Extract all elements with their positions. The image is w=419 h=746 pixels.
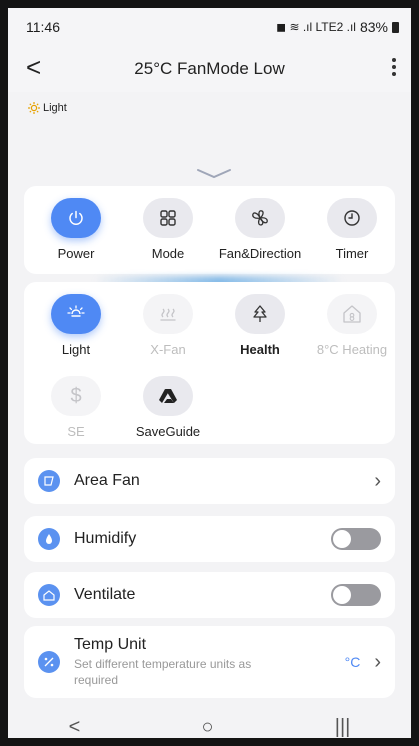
power-button[interactable]: Power <box>31 198 121 261</box>
light-button[interactable]: Light <box>31 294 121 357</box>
mode-button[interactable]: Mode <box>123 198 213 261</box>
se-label: SE <box>67 424 85 439</box>
temp-unit-subtitle: Set different temperature units as requi… <box>74 657 252 687</box>
save-guide-icon <box>159 389 177 403</box>
light-label: Light <box>61 342 91 357</box>
save-guide-button[interactable]: SaveGuide <box>123 376 213 439</box>
power-icon <box>69 210 83 225</box>
power-label: Power <box>57 246 95 261</box>
grid-icon <box>160 210 176 226</box>
humidify-label: Humidify <box>74 530 137 547</box>
light-status-indicator: Light <box>28 102 67 114</box>
status-bar: 11:46 ◼ ≋ .ıl LTE2 .ıl 83% <box>8 8 411 46</box>
dollar-icon: $ <box>70 384 82 407</box>
timer-label: Timer <box>335 246 369 261</box>
status-time: 11:46 <box>26 19 60 35</box>
temp-unit-icon <box>38 651 60 673</box>
area-fan-row[interactable]: Area Fan › <box>24 458 395 504</box>
heat-waves-icon <box>160 308 176 321</box>
8c-heating-button[interactable]: 8°C Heating <box>307 294 397 357</box>
nav-home-button[interactable]: ○ <box>201 716 213 739</box>
primary-controls-card: Power Mode Fan&Direction Timer <box>24 186 395 274</box>
nav-recents-button[interactable]: ||| <box>335 716 351 739</box>
mode-label: Mode <box>151 246 185 261</box>
health-label: Health <box>240 342 280 357</box>
area-fan-icon <box>38 470 60 492</box>
temp-unit-label: Temp Unit <box>74 636 147 653</box>
chevron-right-icon: › <box>374 650 381 673</box>
temp-unit-row[interactable]: Temp Unit Set different temperature unit… <box>24 626 395 698</box>
fan-icon <box>252 210 268 226</box>
ventilate-row: Ventilate <box>24 572 395 618</box>
nav-back-button[interactable]: < <box>69 716 81 739</box>
phone-frame: 11:46 ◼ ≋ .ıl LTE2 .ıl 83% < 25°C FanMod… <box>0 0 419 746</box>
chevron-down-icon[interactable] <box>196 168 232 180</box>
house-wind-icon <box>38 584 60 606</box>
battery-level: 83% <box>359 19 388 35</box>
status-icons: ◼ ≋ .ıl LTE2 .ıl <box>276 20 356 34</box>
system-nav-bar: < ○ ||| <box>8 708 411 739</box>
chevron-right-icon: › <box>374 469 381 492</box>
ventilate-toggle[interactable] <box>331 584 381 606</box>
timer-button[interactable]: Timer <box>307 198 397 261</box>
tree-icon <box>253 305 267 322</box>
secondary-controls-card: Light X-Fan Health 8°C Heating $ SE Save… <box>24 282 395 444</box>
8c-heating-label: 8°C Heating <box>316 342 388 357</box>
battery-icon <box>392 21 399 33</box>
house-8-icon <box>343 305 361 323</box>
fan-direction-button[interactable]: Fan&Direction <box>215 198 305 261</box>
sun-icon <box>28 102 40 114</box>
light-status-label: Light <box>43 102 67 114</box>
fan-direction-label: Fan&Direction <box>218 246 302 261</box>
save-guide-label: SaveGuide <box>135 424 201 439</box>
page-title: 25°C FanMode Low <box>134 59 285 78</box>
x-fan-button[interactable]: X-Fan <box>123 294 213 357</box>
temp-unit-value: °C <box>344 654 361 670</box>
humidify-toggle[interactable] <box>331 528 381 550</box>
ventilate-label: Ventilate <box>74 586 136 603</box>
humidify-row: Humidify <box>24 516 395 562</box>
back-button[interactable]: < <box>26 54 41 80</box>
light-icon <box>67 305 85 317</box>
se-button[interactable]: $ SE <box>31 376 121 439</box>
clock-icon <box>344 210 360 226</box>
title-bar: < 25°C FanMode Low <box>8 46 411 92</box>
x-fan-label: X-Fan <box>150 342 186 357</box>
health-button[interactable]: Health <box>215 294 305 357</box>
droplet-icon <box>38 528 60 550</box>
area-fan-label: Area Fan <box>74 472 140 489</box>
more-vertical-icon[interactable] <box>391 58 397 76</box>
